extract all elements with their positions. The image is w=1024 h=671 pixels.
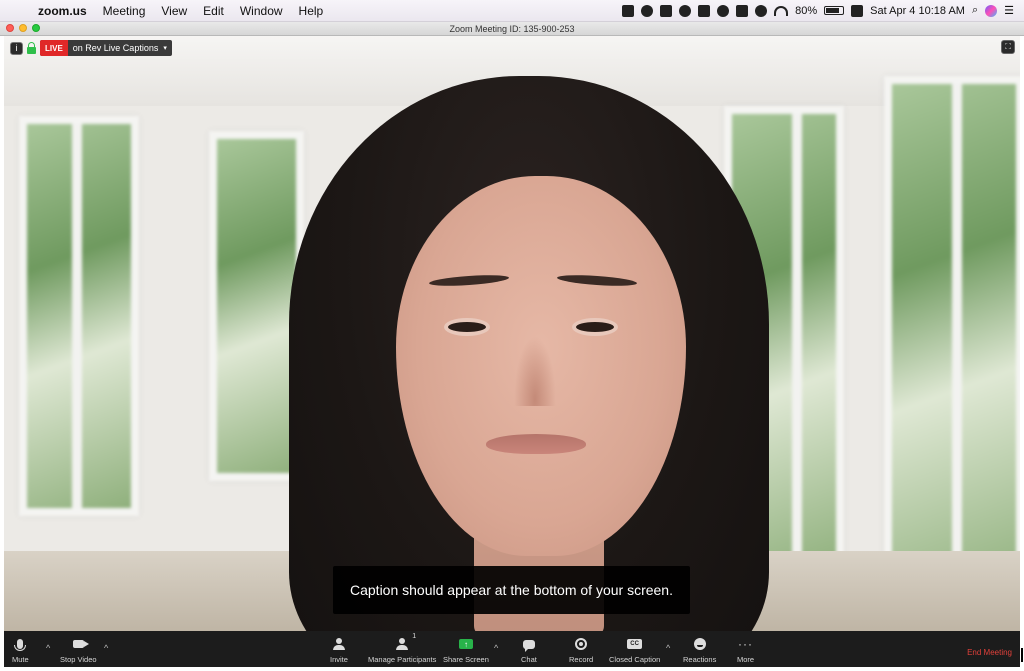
more-button[interactable]: ··· More — [737, 635, 754, 664]
live-stream-label: on Rev Live Captions — [72, 43, 159, 53]
meeting-info-icon[interactable]: i — [10, 41, 23, 55]
screen-status-icon[interactable] — [660, 4, 673, 17]
share-screen-label: Share Screen — [443, 655, 489, 664]
manage-participants-button[interactable]: 1 Manage Participants — [368, 633, 437, 664]
record-button[interactable]: Record — [569, 635, 593, 664]
text-cursor — [1021, 648, 1023, 662]
share-options-caret-icon[interactable]: ^ — [494, 643, 498, 653]
more-dots-icon: ··· — [738, 637, 754, 651]
meeting-status-overlay: i LIVE on Rev Live Captions ▾ — [10, 40, 172, 56]
battery-icon[interactable] — [824, 6, 845, 15]
status-area: 80% Sat Apr 4 10:18 AM ⌕ ☰ — [622, 4, 1024, 17]
mute-button[interactable]: Mute — [12, 635, 29, 664]
chat-bubble-icon — [522, 639, 535, 652]
participant-eye-left — [444, 318, 490, 336]
mute-label: Mute — [12, 655, 29, 664]
reactions-label: Reactions — [683, 655, 717, 664]
wifi-icon[interactable] — [774, 5, 789, 16]
bell-status-icon[interactable] — [755, 4, 768, 17]
onepassword-status-icon[interactable] — [679, 4, 692, 17]
minimize-window-button[interactable] — [19, 24, 27, 32]
window-title: Zoom Meeting ID: 135-900-253 — [449, 23, 575, 34]
meeting-toolbar: Mute ^ Stop Video ^ Invite 1 Manage Part… — [4, 631, 1020, 667]
chat-button[interactable]: Chat — [521, 635, 537, 664]
menu-view[interactable]: View — [153, 4, 195, 18]
zoom-window-button[interactable] — [32, 24, 40, 32]
menu-app-name[interactable]: zoom.us — [30, 4, 95, 18]
participant-mouth — [486, 434, 586, 454]
hook-status-icon[interactable] — [641, 4, 654, 17]
closed-caption-text: Caption should appear at the bottom of y… — [333, 566, 690, 614]
menubar-clock[interactable]: Sat Apr 4 10:18 AM — [870, 5, 965, 17]
battery-percent: 80% — [795, 4, 818, 17]
video-stage — [4, 36, 1020, 631]
background-window — [19, 116, 139, 516]
close-window-button[interactable] — [6, 24, 14, 32]
tiles-status-icon[interactable] — [698, 4, 711, 17]
audio-options-caret-icon[interactable]: ^ — [46, 643, 50, 653]
closed-caption-icon: CC — [627, 639, 643, 649]
info-status-icon[interactable] — [717, 4, 730, 17]
invite-label: Invite — [330, 655, 348, 664]
end-meeting-button[interactable]: End Meeting — [967, 648, 1012, 657]
manage-participants-label: Manage Participants — [368, 655, 437, 664]
live-streaming-dropdown[interactable]: LIVE on Rev Live Captions ▾ — [40, 40, 172, 56]
menu-meeting[interactable]: Meeting — [95, 4, 154, 18]
window-edge — [1020, 36, 1024, 671]
invite-button[interactable]: Invite — [330, 635, 348, 664]
menu-edit[interactable]: Edit — [195, 4, 232, 18]
record-icon — [575, 638, 588, 650]
display-status-icon[interactable] — [736, 4, 749, 17]
share-screen-button[interactable]: ↑ Share Screen — [443, 635, 489, 664]
participants-icon — [396, 638, 409, 650]
background-window — [884, 76, 1020, 596]
menu-window[interactable]: Window — [232, 4, 291, 18]
video-camera-icon — [72, 640, 89, 648]
share-screen-icon: ↑ — [458, 639, 473, 649]
participant-eye-right — [572, 318, 618, 336]
record-label: Record — [569, 655, 594, 664]
chat-label: Chat — [521, 655, 537, 664]
reactions-button[interactable]: Reactions — [683, 635, 716, 664]
notification-status-icon[interactable] — [851, 4, 864, 17]
smiley-reaction-icon — [693, 638, 706, 650]
participant-nose — [514, 336, 556, 406]
spotlight-search-icon[interactable]: ⌕ — [972, 4, 978, 17]
invite-person-icon — [332, 638, 345, 650]
video-options-caret-icon[interactable]: ^ — [104, 643, 108, 653]
closed-caption-button[interactable]: CC Closed Caption — [609, 635, 660, 664]
encryption-lock-icon[interactable] — [27, 42, 36, 54]
microphone-icon — [14, 639, 27, 651]
fullscreen-icon[interactable]: ⛶ — [1001, 40, 1015, 54]
window-title-bar: Zoom Meeting ID: 135-900-253 — [0, 22, 1024, 36]
more-label: More — [737, 655, 755, 664]
menu-help[interactable]: Help — [291, 4, 332, 18]
zoom-status-icon[interactable] — [622, 4, 635, 17]
macos-menu-bar: zoom.us Meeting View Edit Window Help 80… — [0, 0, 1024, 22]
caption-options-caret-icon[interactable]: ^ — [666, 643, 670, 653]
notification-center-icon[interactable]: ☰ — [1004, 4, 1014, 17]
closed-caption-label: Closed Caption — [609, 655, 661, 664]
siri-icon[interactable] — [985, 4, 998, 17]
stop-video-button[interactable]: Stop Video — [60, 635, 97, 664]
live-badge: LIVE — [40, 40, 68, 56]
window-controls — [6, 24, 40, 32]
participant-count: 1 — [412, 633, 417, 640]
chevron-down-icon: ▾ — [163, 45, 167, 52]
stop-video-label: Stop Video — [60, 655, 97, 664]
